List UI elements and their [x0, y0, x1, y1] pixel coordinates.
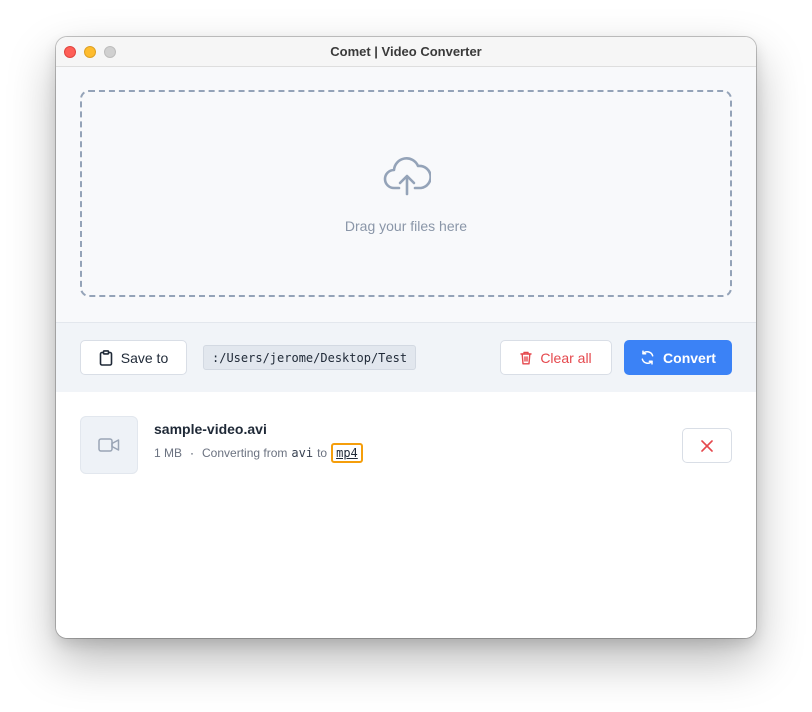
meta-separator: ·	[190, 446, 195, 460]
clipboard-icon	[99, 349, 113, 366]
file-item: sample-video.avi 1 MB · Converting from …	[80, 416, 732, 474]
file-list: sample-video.avi 1 MB · Converting from …	[56, 392, 756, 638]
clear-all-label: Clear all	[540, 349, 592, 366]
dropzone-text: Drag your files here	[344, 218, 468, 234]
upload-section: Drag your files here	[56, 67, 756, 322]
convert-button[interactable]: Convert	[624, 340, 732, 375]
save-to-label: Save to	[120, 349, 169, 366]
video-camera-icon	[98, 438, 120, 452]
to-label: to	[317, 446, 328, 460]
file-meta: 1 MB · Converting from avi to mp4	[154, 443, 363, 463]
window-title: Comet | Video Converter	[330, 44, 482, 59]
close-icon	[701, 439, 713, 452]
file-name: sample-video.avi	[154, 421, 267, 437]
app-window: Comet | Video Converter Drag your files …	[56, 37, 756, 638]
file-size: 1 MB	[154, 446, 183, 460]
title-bar: Comet | Video Converter	[56, 37, 756, 67]
convert-label: Convert	[663, 349, 716, 366]
remove-file-button[interactable]	[682, 428, 732, 463]
cloud-upload-icon	[383, 157, 431, 196]
save-path: :/Users/jerome/Desktop/Test	[203, 345, 417, 370]
save-to-button[interactable]: Save to	[80, 340, 187, 375]
target-format-select[interactable]: mp4	[331, 443, 363, 463]
trash-icon	[520, 351, 533, 364]
refresh-icon	[641, 350, 654, 365]
file-dropzone[interactable]: Drag your files here	[80, 90, 732, 297]
clear-all-button[interactable]: Clear all	[500, 340, 612, 375]
source-format: avi	[291, 446, 314, 460]
conversion-status: Converting from	[202, 446, 288, 460]
action-toolbar: Save to :/Users/jerome/Desktop/Test Clea…	[56, 322, 756, 393]
file-thumbnail	[80, 416, 138, 474]
